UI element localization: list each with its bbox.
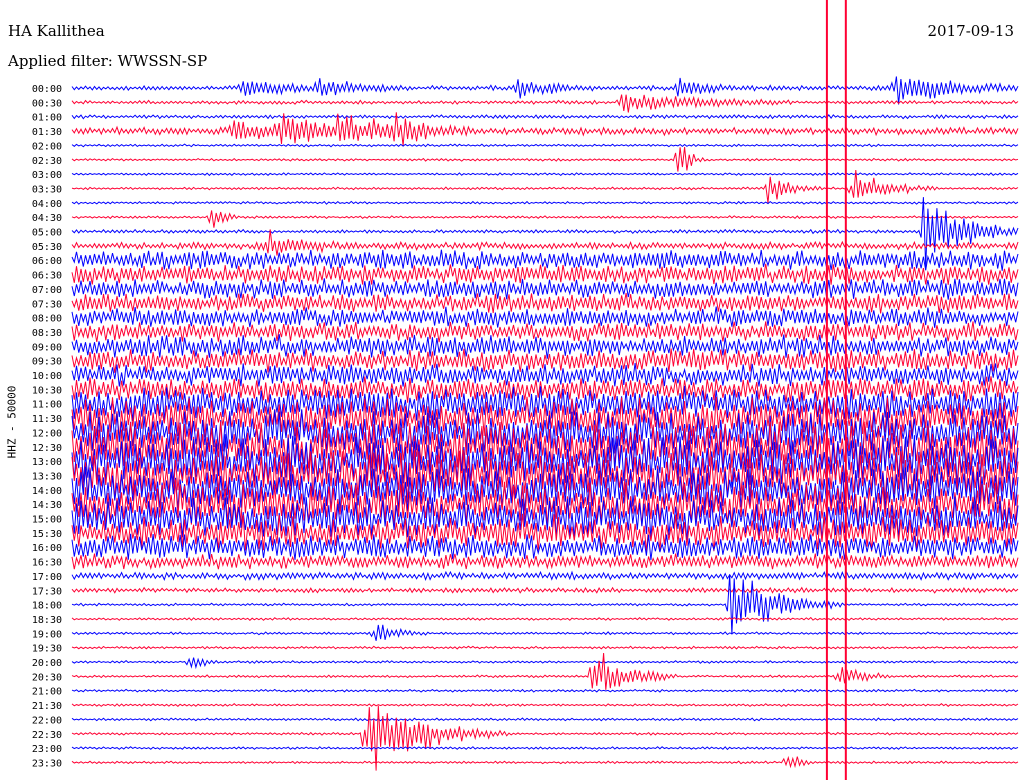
time-label: 13:30	[32, 471, 62, 482]
time-label: 09:00	[32, 342, 62, 353]
time-label: 05:00	[32, 228, 62, 239]
trace-row	[71, 703, 1019, 708]
time-label: 16:00	[32, 543, 62, 554]
time-label: 06:30	[32, 271, 62, 282]
time-label: 01:00	[32, 113, 62, 124]
trace-row	[71, 172, 1019, 177]
time-label: 18:30	[32, 615, 62, 626]
trace-group	[71, 76, 1019, 771]
trace-row	[71, 94, 1019, 113]
trace-row	[71, 705, 1019, 771]
time-label: 04:00	[32, 199, 62, 210]
trace-row	[71, 114, 1019, 120]
time-label: 11:00	[32, 400, 62, 411]
time-label: 23:30	[32, 758, 62, 769]
trace-row	[71, 570, 1019, 582]
time-label: 09:30	[32, 357, 62, 368]
time-label: 10:30	[32, 385, 62, 396]
time-label: 05:30	[32, 242, 62, 253]
trace-row	[71, 263, 1019, 285]
time-label: 01:30	[32, 127, 62, 138]
trace-row	[71, 645, 1019, 650]
time-label: 08:30	[32, 328, 62, 339]
trace-row	[71, 143, 1019, 148]
trace-row	[71, 657, 1019, 670]
trace-row	[71, 292, 1019, 314]
trace-row	[71, 586, 1019, 594]
trace-row	[71, 321, 1019, 343]
time-label: 00:00	[32, 84, 62, 95]
time-label: 23:00	[32, 744, 62, 755]
trace-row	[71, 306, 1019, 328]
time-label: 22:00	[32, 715, 62, 726]
trace-row	[71, 147, 1019, 172]
time-label: 17:00	[32, 572, 62, 583]
trace-row	[71, 553, 1019, 571]
trace-row	[71, 624, 1019, 641]
trace-row	[71, 746, 1019, 751]
trace-row	[71, 200, 1019, 205]
time-label: 08:00	[32, 314, 62, 325]
seismogram-chart: 00:00 00:30 01:00 01:30 02:00 02:30 03:00 03:30…	[32, 0, 1019, 780]
time-label: 12:30	[32, 443, 62, 454]
time-label: 22:30	[32, 730, 62, 741]
trace-row	[71, 652, 1019, 690]
time-label-group: 00:00 00:30 01:00 01:30 02:00 02:30 03:00 03:30…	[32, 84, 62, 769]
time-label: 06:00	[32, 256, 62, 267]
time-label: 00:30	[32, 98, 62, 109]
trace-row	[71, 717, 1019, 722]
time-label: 12:00	[32, 428, 62, 439]
trace-row	[71, 210, 1019, 228]
time-label: 21:00	[32, 687, 62, 698]
time-label: 14:00	[32, 486, 62, 497]
time-label: 10:00	[32, 371, 62, 382]
time-label: 02:30	[32, 156, 62, 167]
time-label: 14:30	[32, 500, 62, 511]
trace-row	[71, 755, 1019, 769]
trace-row	[71, 574, 1019, 635]
time-label: 13:00	[32, 457, 62, 468]
time-label: 18:00	[32, 601, 62, 612]
time-label: 02:00	[32, 141, 62, 152]
time-label: 03:00	[32, 170, 62, 181]
time-label: 04:30	[32, 213, 62, 224]
time-label: 03:30	[32, 184, 62, 195]
time-label: 16:30	[32, 558, 62, 569]
time-label: 21:30	[32, 701, 62, 712]
trace-row	[71, 616, 1019, 621]
time-label: 11:30	[32, 414, 62, 425]
trace-row	[71, 385, 1019, 422]
time-label: 07:00	[32, 285, 62, 296]
time-label: 19:00	[32, 629, 62, 640]
trace-row	[71, 278, 1019, 300]
time-label: 07:30	[32, 299, 62, 310]
time-label: 20:30	[32, 672, 62, 683]
trace-row	[71, 688, 1019, 693]
trace-row	[71, 76, 1019, 105]
time-label: 20:00	[32, 658, 62, 669]
time-label: 15:00	[32, 515, 62, 526]
time-label: 17:30	[32, 586, 62, 597]
time-label: 19:30	[32, 644, 62, 655]
trace-row	[71, 197, 1019, 268]
time-label: 15:30	[32, 529, 62, 540]
